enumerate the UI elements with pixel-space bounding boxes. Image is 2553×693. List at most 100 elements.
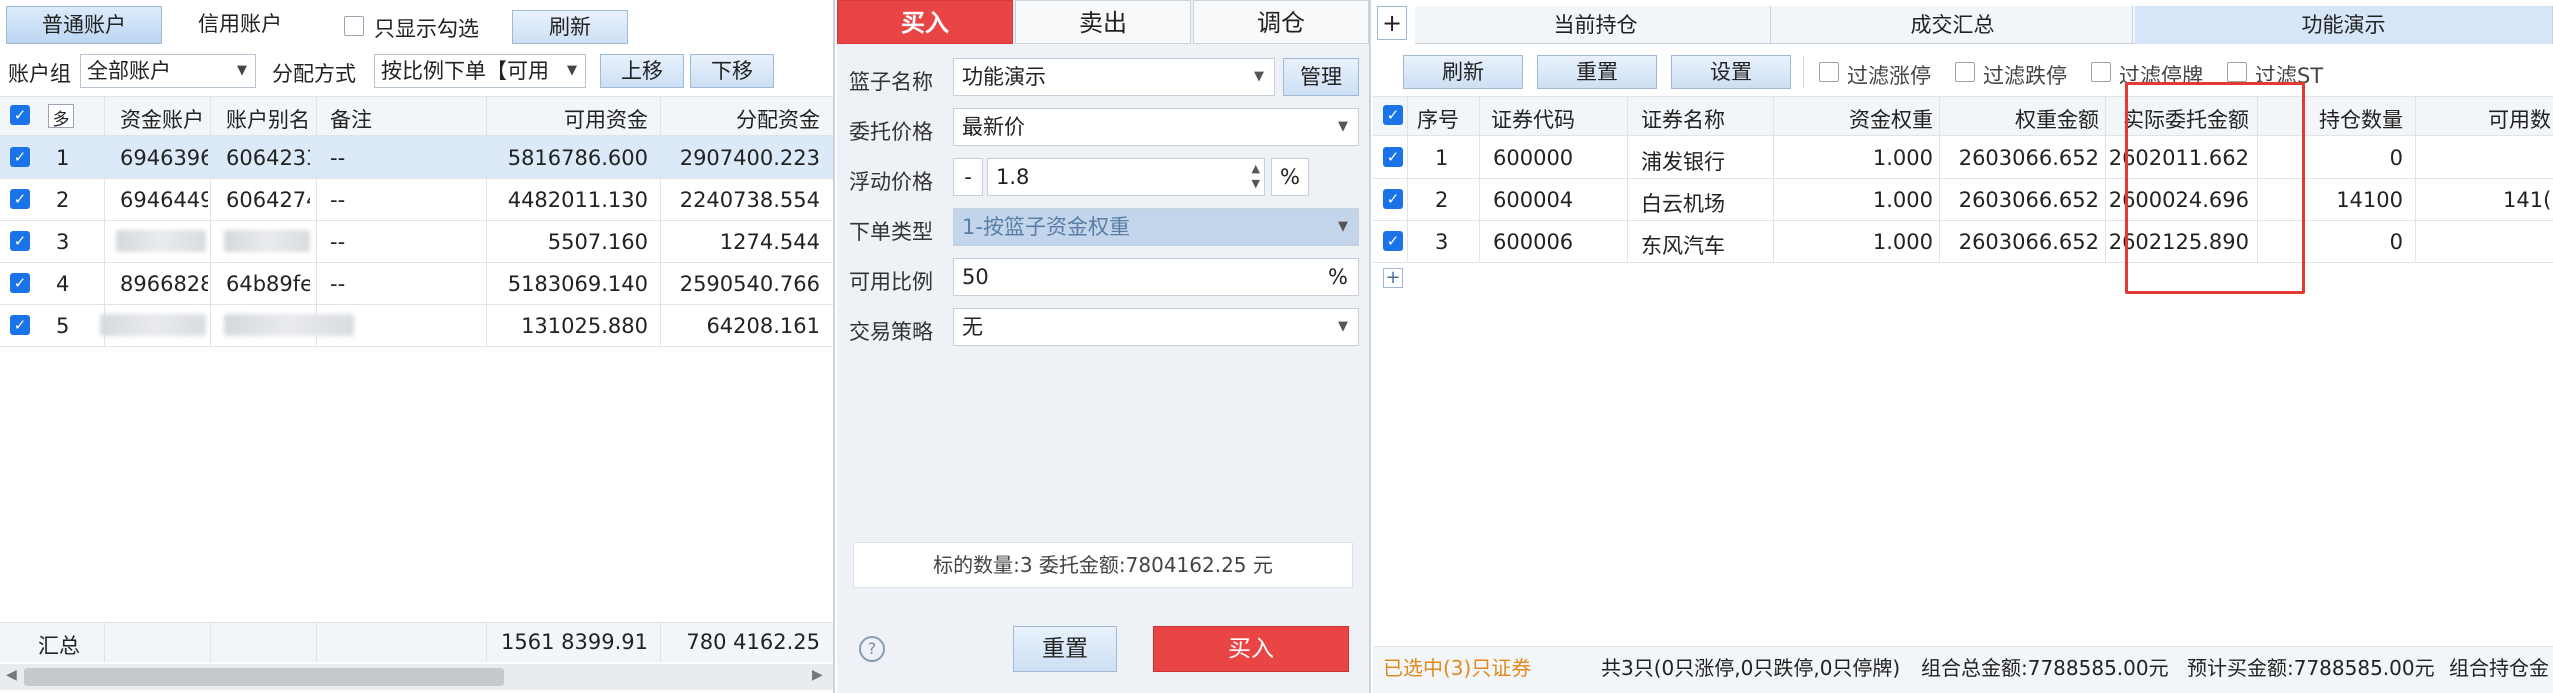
tab-rebalance[interactable]: 调仓 <box>1193 0 1369 44</box>
tab-sell[interactable]: 卖出 <box>1015 0 1191 44</box>
scroll-left-icon[interactable]: ◀ <box>6 667 17 683</box>
spinner-arrows-icon[interactable]: ▲ ▼ <box>1252 161 1260 191</box>
redacted-account <box>116 230 206 252</box>
basket-select[interactable]: 功能演示 ▼ <box>953 58 1275 96</box>
buy-submit-button[interactable]: 买入 <box>1153 626 1349 672</box>
scrollbar-thumb[interactable] <box>24 668 504 686</box>
col-index[interactable]: 序号 <box>1417 104 1459 134</box>
price-select[interactable]: 最新价 ▼ <box>953 108 1359 146</box>
help-icon[interactable]: ? <box>859 636 885 662</box>
col-allocated[interactable]: 分配资金 <box>660 104 820 134</box>
row-checkbox[interactable]: ✓ <box>10 147 30 167</box>
ratio-input[interactable]: 50 % <box>953 258 1359 296</box>
row-index: 3 <box>56 230 70 254</box>
only-checked-checkbox[interactable] <box>344 16 364 36</box>
add-row-icon[interactable]: + <box>1383 268 1403 288</box>
row-checkbox[interactable]: ✓ <box>10 231 30 251</box>
tab-demo[interactable]: 功能演示 <box>2135 6 2553 44</box>
strategy-select[interactable]: 无 ▼ <box>953 308 1359 346</box>
col-available[interactable]: 可用数 <box>2419 104 2551 134</box>
reset-button[interactable]: 重置 <box>1537 55 1657 89</box>
refresh-button[interactable]: 刷新 <box>1403 55 1523 89</box>
row-weight: 1.000 <box>1872 146 1933 170</box>
alloc-label: 分配方式 <box>272 62 356 86</box>
row-index: 2 <box>56 188 70 212</box>
row-checkbox[interactable]: ✓ <box>10 189 30 209</box>
row-available: 4482011.130 <box>507 188 648 212</box>
settings-button[interactable]: 设置 <box>1671 55 1791 89</box>
row-account: 89668284 <box>120 272 208 296</box>
row-code: 600006 <box>1493 230 1574 254</box>
strategy-label: 交易策略 <box>849 320 933 344</box>
col-account[interactable]: 资金账户 <box>120 104 204 134</box>
chevron-down-icon: ▼ <box>1254 69 1264 84</box>
row-index: 1 <box>56 146 70 170</box>
row-checkbox[interactable]: ✓ <box>10 315 30 335</box>
order-type-select[interactable]: 1-按篮子资金权重 ▼ <box>953 208 1359 246</box>
col-weight[interactable]: 资金权重 <box>1773 104 1933 134</box>
tab-normal-account[interactable]: 普通账户 <box>6 6 162 44</box>
scroll-right-icon[interactable]: ▶ <box>812 667 823 683</box>
float-sign-toggle[interactable]: - <box>953 158 983 196</box>
strategy-value: 无 <box>962 315 983 339</box>
row-index: 1 <box>1435 146 1449 170</box>
multi-select-toggle[interactable]: 多 <box>48 104 74 128</box>
col-alias[interactable]: 账户别名 <box>226 104 310 134</box>
row-name: 浦发银行 <box>1641 150 1725 174</box>
tab-credit-account[interactable]: 信用账户 <box>166 6 314 44</box>
move-down-button[interactable]: 下移 <box>690 54 774 88</box>
chevron-down-icon: ▼ <box>1338 319 1348 334</box>
row-checkbox[interactable]: ✓ <box>10 273 30 293</box>
manage-button[interactable]: 管理 <box>1283 58 1359 96</box>
select-all-checkbox[interactable]: ✓ <box>10 105 30 125</box>
row-allocated: 1274.544 <box>719 230 820 254</box>
row-code: 600000 <box>1493 146 1574 170</box>
col-code[interactable]: 证券代码 <box>1491 104 1575 134</box>
col-note[interactable]: 备注 <box>330 104 372 134</box>
row-checkbox[interactable]: ✓ <box>1383 147 1403 167</box>
float-price-input[interactable]: 1.8 ▲ ▼ <box>987 158 1265 196</box>
row-checkbox[interactable]: ✓ <box>1383 189 1403 209</box>
basket-value: 功能演示 <box>962 65 1046 89</box>
row-checkbox[interactable]: ✓ <box>1383 231 1403 251</box>
select-all-checkbox[interactable]: ✓ <box>1383 105 1403 125</box>
row-weight-amount: 2603066.652 <box>1958 146 2099 170</box>
filter-suspended-checkbox[interactable] <box>2091 62 2111 82</box>
summary-available: 1561 8399.91 <box>501 630 648 654</box>
row-account: 69463961 <box>120 146 208 170</box>
col-available[interactable]: 可用资金 <box>490 104 648 134</box>
move-up-button[interactable]: 上移 <box>600 54 684 88</box>
filter-limit-down-checkbox[interactable] <box>1955 62 1975 82</box>
chevron-down-icon: ▼ <box>1338 219 1348 234</box>
row-index: 2 <box>1435 188 1449 212</box>
row-allocated: 2590540.766 <box>679 272 820 296</box>
account-group-select[interactable]: 全部账户 ▼ <box>80 54 256 88</box>
row-name: 东风汽车 <box>1641 234 1725 258</box>
ratio-value: 50 <box>962 265 989 289</box>
float-unit-toggle[interactable]: % <box>1271 158 1309 196</box>
summary-label: 汇总 <box>38 634 80 658</box>
price-value: 最新价 <box>962 115 1025 139</box>
filter-limit-up-checkbox[interactable] <box>1819 62 1839 82</box>
redacted-alias <box>224 230 310 252</box>
tab-trade-summary[interactable]: 成交汇总 <box>1773 6 2133 44</box>
chevron-down-icon: ▼ <box>567 63 577 78</box>
row-alias: 64b89fe7 <box>226 272 310 296</box>
alloc-method-value: 按比例下单【可用 <box>381 59 549 83</box>
alloc-method-select[interactable]: 按比例下单【可用 ▼ <box>374 54 586 88</box>
order-type-label: 下单类型 <box>849 220 933 244</box>
tab-buy[interactable]: 买入 <box>837 0 1013 44</box>
account-panel: 普通账户 信用账户 只显示勾选 刷新 账户组 全部账户 ▼ 分配方式 按比例下单… <box>0 0 835 693</box>
group-label: 账户组 <box>8 62 71 86</box>
reset-button[interactable]: 重置 <box>1013 626 1117 672</box>
filter-limit-down-label: 过滤跌停 <box>1983 64 2067 88</box>
row-available: 131025.880 <box>521 314 648 338</box>
col-name[interactable]: 证券名称 <box>1641 104 1725 134</box>
ratio-label: 可用比例 <box>849 270 933 294</box>
row-available: 141( <box>2503 188 2552 212</box>
col-weight-amount[interactable]: 权重金额 <box>1943 104 2099 134</box>
refresh-button[interactable]: 刷新 <box>512 10 628 44</box>
filter-st-checkbox[interactable] <box>2227 62 2247 82</box>
add-tab-icon[interactable]: + <box>1377 6 1407 40</box>
tab-positions[interactable]: 当前持仓 <box>1421 6 1771 44</box>
